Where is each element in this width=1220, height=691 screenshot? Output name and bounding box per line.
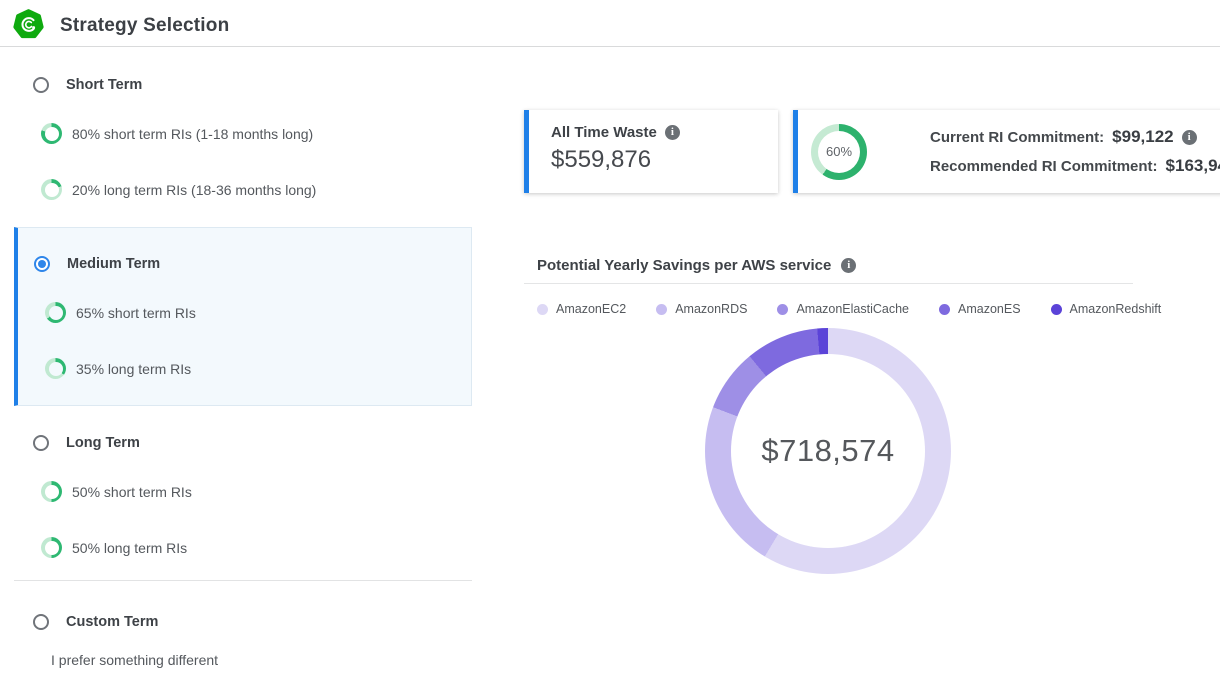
legend-label: AmazonRedshift	[1070, 302, 1162, 316]
strategy-detail-label: 50% short term RIs	[72, 484, 192, 500]
all-time-waste-card: All Time Waste i $559,876	[524, 110, 778, 193]
strategy-detail-row: 20% long term RIs (18-36 months long)	[41, 179, 316, 200]
strategy-detail-row: 35% long term RIs	[45, 358, 191, 379]
current-ri-commitment-row: Current RI Commitment: $99,122 i	[930, 127, 1220, 147]
strategy-detail-row: 65% short term RIs	[45, 302, 196, 323]
waste-card-title: All Time Waste	[551, 124, 657, 141]
legend-item-amazonec2[interactable]: AmazonEC2	[537, 302, 626, 316]
info-icon[interactable]: i	[841, 258, 856, 273]
current-ri-label: Current RI Commitment:	[930, 129, 1104, 146]
divider	[524, 283, 1133, 284]
savings-donut-chart: $718,574	[705, 328, 951, 574]
percent-ring-icon	[45, 302, 66, 323]
current-ri-value: $99,122	[1112, 127, 1173, 147]
percent-ring-icon	[41, 123, 62, 144]
strategy-detail-label: 80% short term RIs (1-18 months long)	[72, 126, 313, 142]
percent-ring-icon	[45, 358, 66, 379]
divider	[14, 580, 472, 581]
percent-ring-icon	[41, 179, 62, 200]
radio-medium-term[interactable]	[34, 256, 50, 272]
strategy-label: Custom Term	[66, 614, 158, 630]
legend-item-amazones[interactable]: AmazonES	[939, 302, 1021, 316]
donut-center-total: $718,574	[761, 433, 894, 469]
legend-dot	[1051, 304, 1062, 315]
percent-ring-icon	[41, 537, 62, 558]
chart-title: Potential Yearly Savings per AWS service	[537, 257, 831, 274]
info-icon[interactable]: i	[1182, 130, 1197, 145]
legend-dot	[939, 304, 950, 315]
ri-commitment-card: 60% Current RI Commitment: $99,122 i Rec…	[793, 110, 1220, 193]
percent-ring-icon	[41, 481, 62, 502]
waste-value: $559,876	[551, 146, 778, 174]
header: Strategy Selection	[0, 0, 1220, 47]
strategy-detail-row: 50% long term RIs	[41, 537, 187, 558]
page-title: Strategy Selection	[60, 15, 229, 37]
custom-term-description: I prefer something different	[51, 652, 218, 668]
strategy-option-custom-term[interactable]: Custom Term	[33, 614, 158, 630]
legend-label: AmazonEC2	[556, 302, 626, 316]
strategy-option-short-term[interactable]: Short Term	[33, 77, 142, 93]
chart-legend: AmazonEC2 AmazonRDS AmazonElastiCache Am…	[537, 302, 1161, 316]
recommended-ri-value: $163,947	[1166, 156, 1220, 176]
legend-label: AmazonRDS	[675, 302, 747, 316]
strategy-option-medium-term[interactable]: Medium Term	[34, 256, 160, 272]
legend-item-amazonelasticache[interactable]: AmazonElastiCache	[777, 302, 909, 316]
strategy-label: Medium Term	[67, 256, 160, 272]
coverage-gauge: 60%	[811, 124, 867, 180]
radio-long-term[interactable]	[33, 435, 49, 451]
legend-label: AmazonES	[958, 302, 1021, 316]
strategy-detail-row: 50% short term RIs	[41, 481, 192, 502]
radio-custom-term[interactable]	[33, 614, 49, 630]
legend-item-amazonredshift[interactable]: AmazonRedshift	[1051, 302, 1162, 316]
recommended-ri-commitment-row: Recommended RI Commitment: $163,947 i	[930, 156, 1220, 176]
recommended-ri-label: Recommended RI Commitment:	[930, 158, 1158, 175]
radio-short-term[interactable]	[33, 77, 49, 93]
coverage-gauge-label: 60%	[818, 131, 860, 173]
info-icon[interactable]: i	[665, 125, 680, 140]
strategy-detail-label: 35% long term RIs	[76, 361, 191, 377]
strategy-selection-screen: Strategy Selection Short Term 80% short …	[0, 0, 1220, 691]
legend-dot	[537, 304, 548, 315]
legend-dot	[777, 304, 788, 315]
legend-label: AmazonElastiCache	[796, 302, 909, 316]
brand-logo-icon	[13, 9, 44, 40]
strategy-label: Long Term	[66, 435, 140, 451]
strategy-label: Short Term	[66, 77, 142, 93]
strategy-detail-row: 80% short term RIs (1-18 months long)	[41, 123, 313, 144]
strategy-detail-label: 65% short term RIs	[76, 305, 196, 321]
strategy-option-long-term[interactable]: Long Term	[33, 435, 140, 451]
strategy-detail-label: 50% long term RIs	[72, 540, 187, 556]
strategy-detail-label: 20% long term RIs (18-36 months long)	[72, 182, 316, 198]
legend-dot	[656, 304, 667, 315]
donut-hole: $718,574	[731, 354, 925, 548]
legend-item-amazonrds[interactable]: AmazonRDS	[656, 302, 747, 316]
